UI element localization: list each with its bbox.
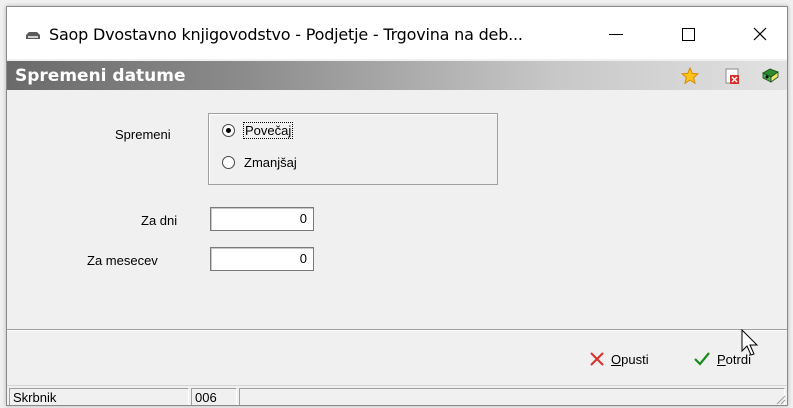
close-window-button[interactable] bbox=[737, 17, 783, 51]
close-form-icon[interactable] bbox=[723, 67, 741, 85]
opusti-label: Opusti bbox=[611, 351, 649, 367]
povecaj-label: Povečaj bbox=[242, 122, 294, 139]
cancel-x-icon bbox=[590, 352, 604, 366]
title-bar: Saop Dvostavno knjigovodstvo - Podjetje … bbox=[7, 7, 787, 59]
separator bbox=[7, 329, 787, 331]
checkmark-icon bbox=[694, 352, 710, 366]
za-dni-input[interactable]: 0 bbox=[210, 207, 314, 231]
povecaj-radio[interactable] bbox=[222, 124, 235, 137]
minimize-icon bbox=[609, 33, 623, 35]
help-book-icon[interactable] bbox=[761, 67, 779, 85]
spremeni-label: Spremeni bbox=[115, 127, 171, 142]
status-info bbox=[239, 388, 785, 405]
opusti-button[interactable]: Opusti bbox=[589, 347, 649, 371]
form-header: Spremeni datume bbox=[7, 61, 787, 90]
zmanjsaj-option[interactable]: Zmanjšaj bbox=[222, 155, 297, 170]
za-mesecev-input[interactable]: 0 bbox=[210, 247, 314, 271]
za-dni-label: Za dni bbox=[141, 213, 178, 228]
printer-icon bbox=[26, 32, 40, 39]
resize-grip-icon[interactable] bbox=[774, 393, 786, 405]
maximize-icon bbox=[681, 27, 695, 41]
maximize-button[interactable] bbox=[665, 17, 711, 51]
za-mesecev-label: Za mesecev bbox=[87, 253, 158, 268]
close-icon bbox=[753, 27, 767, 41]
app-window: Saop Dvostavno knjigovodstvo - Podjetje … bbox=[6, 6, 788, 406]
minimize-button[interactable] bbox=[593, 17, 639, 51]
form-title: Spremeni datume bbox=[15, 66, 186, 86]
zmanjsaj-radio[interactable] bbox=[222, 156, 235, 169]
mouse-cursor-icon bbox=[741, 329, 759, 356]
status-code: 006 bbox=[191, 388, 237, 405]
window-title: Saop Dvostavno knjigovodstvo - Podjetje … bbox=[49, 25, 523, 44]
status-user: Skrbnik bbox=[9, 388, 189, 405]
status-bar: Skrbnik 006 bbox=[7, 385, 787, 405]
povecaj-option[interactable]: Povečaj bbox=[222, 122, 294, 139]
star-icon[interactable] bbox=[681, 67, 699, 85]
zmanjsaj-label: Zmanjšaj bbox=[244, 155, 297, 170]
